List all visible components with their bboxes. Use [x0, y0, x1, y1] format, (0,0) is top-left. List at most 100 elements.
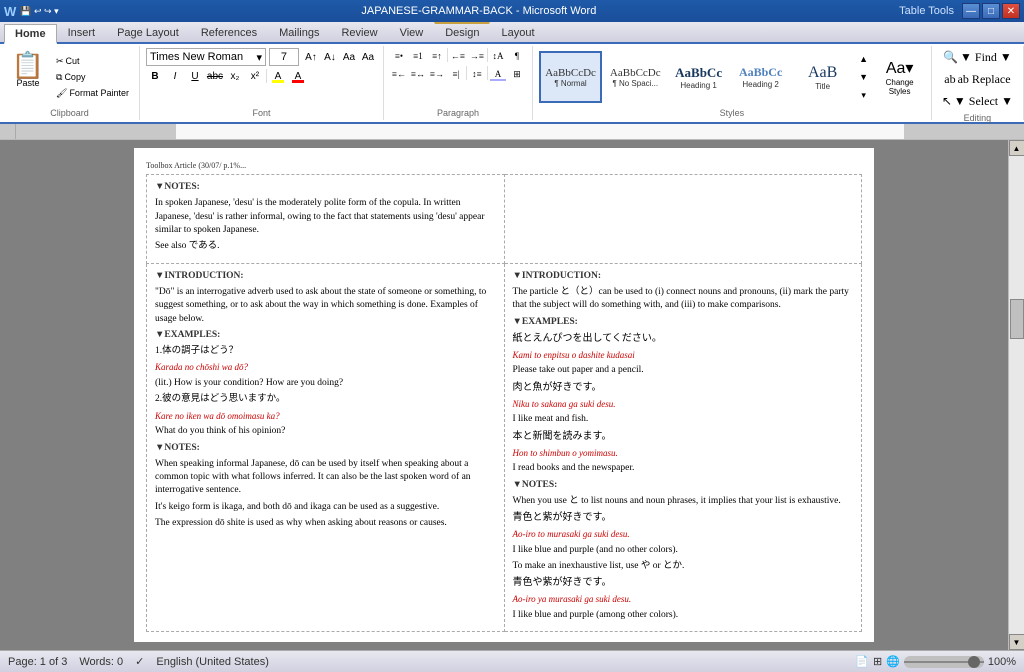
- right-ex1-jp: 紙とえんぴつを出してください。: [513, 332, 854, 346]
- highlight-button[interactable]: A: [269, 68, 287, 84]
- superscript-button[interactable]: x²: [246, 68, 264, 84]
- style-title[interactable]: AaB Title: [793, 51, 853, 103]
- clear-format-button[interactable]: Aa: [340, 49, 358, 65]
- scroll-thumb[interactable]: [1010, 299, 1024, 339]
- scroll-down-button[interactable]: ▼: [1009, 634, 1024, 650]
- show-marks-button[interactable]: ¶: [508, 48, 526, 64]
- replace-button[interactable]: ab ab Replace: [940, 70, 1014, 89]
- view-web-icon[interactable]: 🌐: [886, 655, 900, 668]
- font-content: Times New Roman ▾ 7 A↑ A↓ Aa Aa B I U ab…: [146, 48, 377, 106]
- style-normal[interactable]: AaBbCcDc ¶ Normal: [539, 51, 602, 103]
- scroll-up-button[interactable]: ▲: [1009, 140, 1024, 156]
- select-button[interactable]: ↖ ▼ Select ▼: [938, 92, 1017, 111]
- font-color-button[interactable]: A: [289, 68, 307, 84]
- zoom-slider[interactable]: [904, 656, 984, 668]
- style-heading1[interactable]: AaBbCc Heading 1: [669, 51, 729, 103]
- styles-scroll-down[interactable]: ▼: [855, 69, 873, 85]
- bullets-button[interactable]: ≡•: [390, 48, 408, 64]
- change-styles-button[interactable]: Aa▾ ChangeStyles: [875, 51, 925, 103]
- font-name-selector[interactable]: Times New Roman ▾: [146, 48, 266, 66]
- view-full-icon[interactable]: ⊞: [873, 655, 882, 668]
- tab-review[interactable]: Review: [330, 22, 388, 42]
- font-name-value: Times New Roman: [150, 51, 243, 63]
- tab-references[interactable]: References: [190, 22, 268, 42]
- style-heading1-preview: AaBbCc: [675, 65, 722, 81]
- align-center-button[interactable]: ≡↔: [409, 66, 427, 82]
- title-bar-controls[interactable]: — □ ✕: [962, 3, 1020, 19]
- right-examples-heading: ▼EXAMPLES:: [513, 316, 854, 329]
- ribbon: 📋 Paste ✂ Cut ⧉ Copy 🖌 Format Painter Cl…: [0, 44, 1024, 124]
- align-left-button[interactable]: ≡←: [390, 66, 408, 82]
- justify-button[interactable]: ≡|: [447, 66, 465, 82]
- underline-button[interactable]: U: [186, 68, 204, 84]
- style-heading2-preview: AaBbCc: [739, 65, 782, 80]
- styles-scroll-up[interactable]: ▲: [855, 51, 873, 67]
- tab-design[interactable]: Design: [434, 22, 490, 42]
- ruler-corner: [0, 124, 16, 139]
- cut-button[interactable]: ✂ Cut: [52, 54, 133, 69]
- close-button[interactable]: ✕: [1002, 3, 1020, 19]
- styles-gallery: AaBbCcDc ¶ Normal AaBbCcDc ¶ No Spaci...…: [539, 51, 852, 103]
- vertical-scrollbar[interactable]: ▲ ▼: [1008, 140, 1024, 650]
- zoom-thumb[interactable]: [968, 656, 980, 668]
- style-heading2[interactable]: AaBbCc Heading 2: [731, 51, 791, 103]
- title-bar-left: W 💾 ↩ ↪ ▾: [4, 4, 59, 19]
- view-print-icon[interactable]: 📄: [855, 655, 869, 668]
- increase-font-button[interactable]: A↑: [302, 49, 320, 65]
- status-left: Page: 1 of 3 Words: 0 ✓ English (United …: [8, 655, 269, 668]
- doc-scroll-area: Toolbox Article (30/07/ p.1%... ▼NOTES: …: [0, 140, 1024, 650]
- scroll-track[interactable]: [1009, 156, 1024, 634]
- find-button[interactable]: 🔍 ▼ Find ▼: [939, 48, 1016, 67]
- tab-view[interactable]: View: [389, 22, 435, 42]
- left-notes-cell: ▼NOTES: In spoken Japanese, 'desu' is th…: [147, 175, 505, 263]
- tab-insert[interactable]: Insert: [57, 22, 107, 42]
- right-ex1-eng: Please take out paper and a pencil.: [513, 364, 854, 377]
- left-ex1-jp: 1.体の調子はどう？: [155, 345, 496, 358]
- left-ex1-roman: Karada no chōshi wa dō?: [155, 361, 496, 374]
- borders-button[interactable]: ⊞: [508, 66, 526, 82]
- tab-page-layout[interactable]: Page Layout: [106, 22, 190, 42]
- line-spacing-button[interactable]: ↕≡: [468, 66, 486, 82]
- bold-button[interactable]: B: [146, 68, 164, 84]
- find-label: ▼ Find ▼: [960, 50, 1012, 65]
- increase-indent-button[interactable]: →≡: [468, 48, 486, 64]
- tab-home[interactable]: Home: [4, 24, 57, 44]
- tab-mailings[interactable]: Mailings: [268, 22, 330, 42]
- maximize-button[interactable]: □: [982, 3, 1000, 19]
- left-intro-cell: ▼INTRODUCTION: "Dō" is an interrogative …: [147, 263, 505, 632]
- sort-button[interactable]: ↕A: [489, 48, 507, 64]
- change-case-button[interactable]: Aa: [359, 49, 377, 65]
- clipboard-label: Clipboard: [50, 106, 89, 118]
- strikethrough-button[interactable]: abc: [206, 68, 224, 84]
- decrease-indent-button[interactable]: ←≡: [449, 48, 467, 64]
- font-size-selector[interactable]: 7: [269, 48, 299, 66]
- left-ex1-eng: (lit.) How is your condition? How are yo…: [155, 377, 496, 390]
- paragraph-row1: ≡• ≡1 ≡↑ ←≡ →≡ ↕A ¶: [390, 48, 526, 64]
- numbering-button[interactable]: ≡1: [409, 48, 427, 64]
- right-notes-heading: ▼NOTES:: [513, 479, 854, 492]
- format-painter-button[interactable]: 🖌 Format Painter: [52, 86, 133, 101]
- para-divider2: [487, 48, 488, 62]
- left-notes2-p2: It's keigo form is ikaga, and both dō an…: [155, 501, 496, 514]
- decrease-font-button[interactable]: A↓: [321, 49, 339, 65]
- minimize-button[interactable]: —: [962, 3, 980, 19]
- copy-button[interactable]: ⧉ Copy: [52, 70, 133, 85]
- right-ex5-jp: 青色や紫が好きです。: [513, 576, 854, 590]
- italic-button[interactable]: I: [166, 68, 184, 84]
- paste-button[interactable]: 📋 Paste: [6, 49, 50, 105]
- right-ex2-roman: Niku to sakana ga suki desu.: [513, 398, 854, 411]
- multilevel-button[interactable]: ≡↑: [428, 48, 446, 64]
- styles-nav: ▲ ▼ ▾: [855, 51, 873, 103]
- spell-check-icon: ✓: [135, 655, 144, 668]
- style-no-spacing[interactable]: AaBbCcDc ¶ No Spaci...: [604, 51, 667, 103]
- styles-more[interactable]: ▾: [855, 87, 873, 103]
- right-notes2-intro: To make an inexhaustive list, use や or と…: [513, 560, 854, 573]
- right-ex3-jp: 本と新聞を読みます。: [513, 430, 854, 444]
- align-right-button[interactable]: ≡→: [428, 66, 446, 82]
- ruler-content: [176, 124, 1024, 139]
- left-notes2-p1: When speaking informal Japanese, dō can …: [155, 458, 496, 498]
- tab-layout[interactable]: Layout: [490, 22, 545, 42]
- shading-button[interactable]: A: [489, 66, 507, 82]
- subscript-button[interactable]: x₂: [226, 68, 244, 84]
- clipboard-small-btns: ✂ Cut ⧉ Copy 🖌 Format Painter: [52, 54, 133, 101]
